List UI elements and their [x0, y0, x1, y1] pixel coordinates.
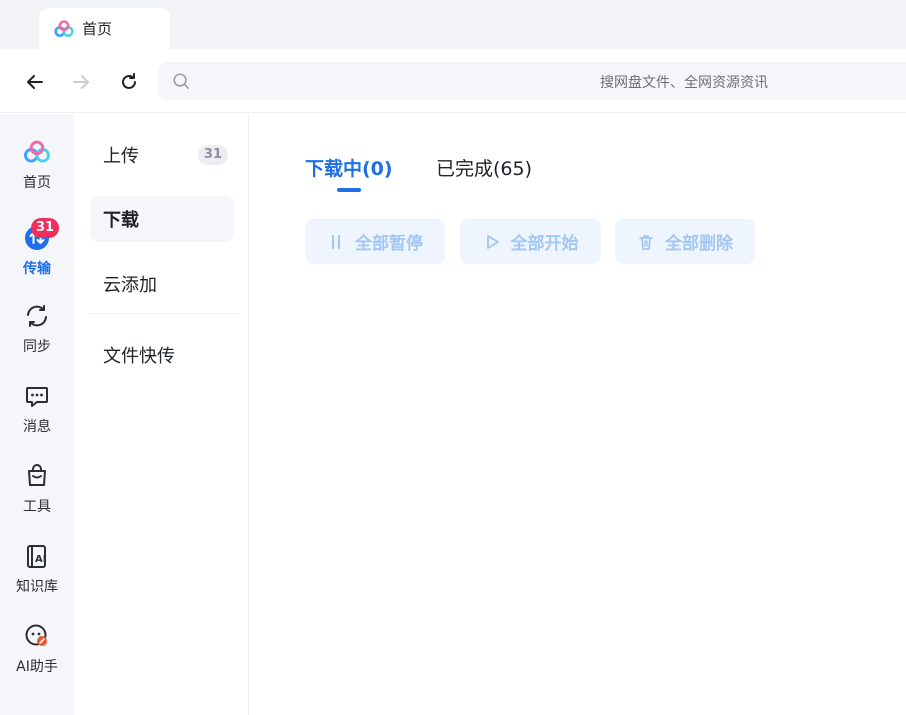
- delete-all-button[interactable]: 全部删除: [615, 219, 755, 264]
- subnav-item-label: 上传: [103, 146, 139, 167]
- sidebar-item-transfer[interactable]: 31 传输: [0, 218, 74, 294]
- refresh-button[interactable]: [114, 67, 144, 97]
- toolbox-icon: [23, 462, 51, 490]
- pause-icon: [332, 234, 340, 249]
- sync-icon: [23, 302, 51, 330]
- ai-assistant-icon: [23, 622, 51, 650]
- sidebar-item-label: 首页: [23, 175, 51, 191]
- sidebar-item-ai-assistant[interactable]: AI助手: [0, 622, 74, 692]
- refresh-icon: [122, 73, 136, 89]
- upload-count-badge: 31: [197, 145, 228, 165]
- sidebar-item-label: 同步: [23, 339, 51, 355]
- delete-all-label: 全部删除: [665, 234, 733, 254]
- trash-icon: [639, 234, 653, 250]
- search-placeholder: 搜网盘文件、全网资源资讯: [600, 75, 768, 91]
- transfer-subnav: 上传 31 下载 云添加 文件快传: [74, 114, 249, 715]
- active-tab-indicator: [337, 188, 361, 192]
- pause-all-label: 全部暂停: [355, 234, 423, 254]
- subnav-item-upload[interactable]: 上传 31: [90, 132, 234, 178]
- transfer-badge: 31: [31, 218, 60, 238]
- pause-all-button[interactable]: 全部暂停: [305, 219, 445, 264]
- window-tab-bar: 首页: [0, 0, 906, 49]
- tab-home[interactable]: 首页: [39, 8, 170, 49]
- main-panel: 下载中(0) 已完成(65) 全部暂停 全部开始 全部删除: [250, 114, 906, 715]
- navigation-bar: 搜网盘文件、全网资源资讯: [0, 49, 906, 113]
- left-sidebar: 首页 31 传输 同步 消息 工具 AI 知识库 AI助手: [0, 114, 74, 715]
- sidebar-item-label: 工具: [23, 499, 51, 515]
- arrow-right-icon: [73, 75, 89, 89]
- knowledge-ai-icon: AI: [23, 542, 51, 570]
- start-all-button[interactable]: 全部开始: [460, 219, 601, 264]
- arrow-left-icon: [27, 75, 43, 89]
- cloud-logo-icon: [54, 19, 74, 37]
- svg-text:AI: AI: [35, 554, 46, 565]
- start-all-label: 全部开始: [510, 234, 579, 254]
- forward-button[interactable]: [66, 67, 96, 97]
- sidebar-item-knowledge[interactable]: AI 知识库: [0, 542, 74, 612]
- search-icon: [173, 73, 190, 90]
- subnav-item-cloud-add[interactable]: 云添加: [90, 261, 234, 307]
- sidebar-item-messages[interactable]: 消息: [0, 382, 74, 452]
- sidebar-item-label: 消息: [23, 419, 51, 435]
- play-icon: [486, 234, 499, 249]
- back-button[interactable]: [20, 67, 50, 97]
- sidebar-item-tools[interactable]: 工具: [0, 462, 74, 532]
- sidebar-item-label: AI助手: [16, 659, 58, 675]
- sidebar-item-sync[interactable]: 同步: [0, 302, 74, 372]
- message-icon: [23, 382, 51, 410]
- subnav-item-label: 云添加: [103, 275, 157, 296]
- search-input[interactable]: [198, 62, 898, 100]
- search-box[interactable]: 搜网盘文件、全网资源资讯: [158, 62, 906, 100]
- subnav-item-label: 下载: [103, 210, 139, 231]
- subnav-item-label: 文件快传: [103, 346, 175, 367]
- sidebar-item-home[interactable]: 首页: [0, 138, 74, 208]
- tab-completed[interactable]: 已完成(65): [436, 154, 532, 181]
- subnav-item-quick-transfer[interactable]: 文件快传: [90, 332, 234, 378]
- subnav-divider: [88, 313, 240, 314]
- tab-home-label: 首页: [82, 20, 113, 38]
- sidebar-item-label: 知识库: [16, 579, 58, 595]
- cloud-logo-icon: [23, 138, 51, 166]
- sidebar-item-label: 传输: [23, 261, 51, 277]
- tab-downloading[interactable]: 下载中(0): [305, 154, 393, 181]
- subnav-item-download[interactable]: 下载: [90, 196, 234, 242]
